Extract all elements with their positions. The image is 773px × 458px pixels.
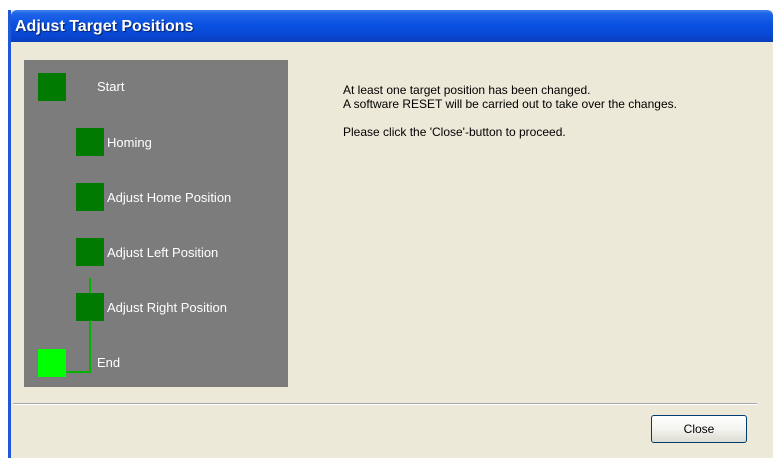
step-label-adjust-home: Adjust Home Position (107, 190, 232, 205)
step-indicator-adjust-home (76, 183, 104, 211)
separator (13, 403, 757, 405)
title-bar[interactable]: Adjust Target Positions (11, 10, 773, 42)
info-message: At least one target position has been ch… (343, 83, 743, 139)
step-connector (89, 336, 91, 372)
step-label-adjust-right: Adjust Right Position (107, 300, 227, 315)
step-indicator-homing (76, 128, 104, 156)
step-connector (66, 371, 91, 373)
dialog-title: Adjust Target Positions (15, 18, 194, 35)
steps-panel: Start Homing Adjust Home Position Adjust… (24, 60, 288, 387)
step-label-adjust-left: Adjust Left Position (107, 245, 219, 260)
step-indicator-end (38, 349, 66, 377)
step-indicator-start (38, 73, 66, 101)
dialog-window: Adjust Target Positions Start Homing Adj… (8, 10, 773, 458)
close-button[interactable]: Close (651, 415, 747, 443)
step-label-homing: Homing (107, 135, 152, 150)
step-indicator-adjust-right (76, 293, 104, 321)
message-line: Please click the 'Close'-button to proce… (343, 125, 566, 139)
step-indicator-adjust-left (76, 238, 104, 266)
step-label-start: Start (97, 79, 125, 94)
message-line: At least one target position has been ch… (343, 83, 591, 97)
message-line: A software RESET will be carried out to … (343, 97, 677, 111)
step-label-end: End (97, 355, 121, 370)
